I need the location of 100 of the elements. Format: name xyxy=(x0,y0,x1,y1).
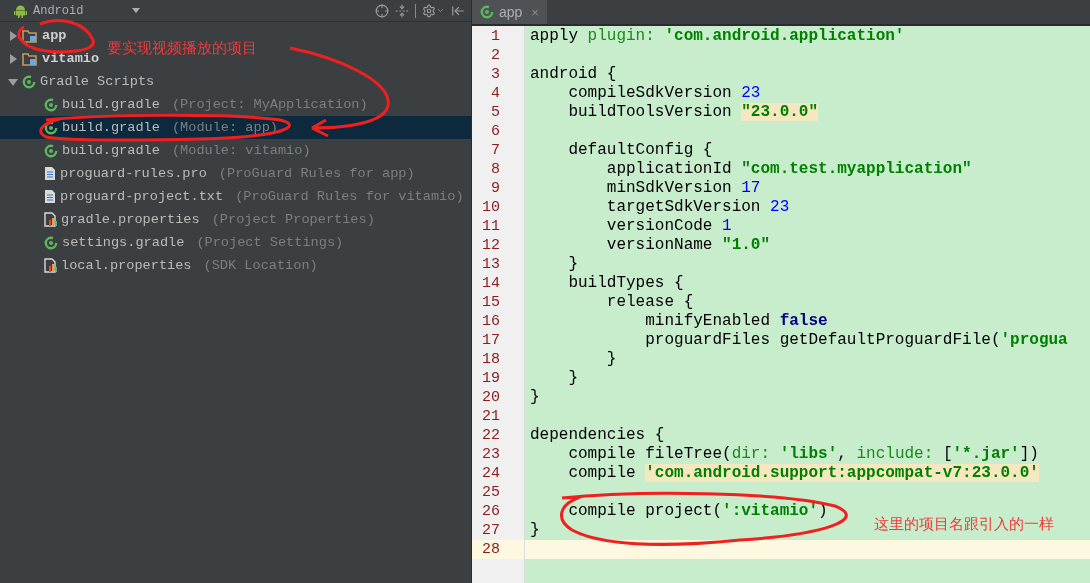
code-line: buildTypes { xyxy=(567,274,684,293)
line-number: 3 xyxy=(490,65,501,84)
line-number: 10 xyxy=(481,198,501,217)
editor-tab[interactable]: app × xyxy=(472,0,547,24)
item-name: build.gradle xyxy=(62,143,160,158)
tree-item[interactable]: app xyxy=(0,24,67,47)
code-line: targetSdkVersion 23 xyxy=(605,198,790,217)
code-editor[interactable] xyxy=(472,26,1090,583)
tree-item[interactable]: build.gradle (Project: MyApplication) xyxy=(0,93,368,116)
tree-item[interactable]: Gradle Scripts xyxy=(0,70,155,93)
gradle-icon xyxy=(44,143,58,158)
item-name: build.gradle xyxy=(62,120,160,135)
line-number: 1 xyxy=(490,27,501,46)
android-icon xyxy=(14,3,27,18)
folder-icon xyxy=(22,51,38,66)
item-detail: (ProGuard Rules for vitamio) xyxy=(235,189,464,204)
code-line: } xyxy=(529,388,540,407)
folder-icon xyxy=(22,28,38,43)
line-number: 21 xyxy=(481,407,501,426)
dropdown-caret-icon xyxy=(132,8,140,13)
line-number: 19 xyxy=(481,369,501,388)
line-number: 18 xyxy=(481,350,501,369)
item-name: settings.gradle xyxy=(62,235,185,250)
code-line: versionName "1.0" xyxy=(605,236,771,255)
code-line: applicationId "com.test.myapplication" xyxy=(605,160,972,179)
code-line: minSdkVersion 17 xyxy=(605,179,761,198)
collapsed-arrow-icon[interactable] xyxy=(8,53,18,64)
item-name: proguard-rules.pro xyxy=(60,166,207,181)
tree-item[interactable]: proguard-project.txt (ProGuard Rules for vitamio) xyxy=(0,185,464,208)
properties-file-icon xyxy=(44,212,57,227)
line-number: 25 xyxy=(481,483,501,502)
code-line: proguardFiles getDefaultProguardFile('progua xyxy=(644,331,1068,350)
code-line: minifyEnabled false xyxy=(644,312,828,331)
line-number: 8 xyxy=(490,160,501,179)
properties-file-icon xyxy=(44,258,57,273)
code-line: compileSdkVersion 23 xyxy=(567,84,761,103)
item-detail: (Project Settings) xyxy=(196,235,344,250)
view-selector[interactable]: Android xyxy=(14,3,140,18)
gradle-icon xyxy=(480,5,494,19)
tree-item[interactable]: gradle.properties (Project Properties) xyxy=(0,208,375,231)
code-line: } xyxy=(605,350,617,369)
item-name: gradle.properties xyxy=(61,212,200,227)
line-number: 23 xyxy=(481,445,501,464)
line-number: 26 xyxy=(481,502,501,521)
item-name: Gradle Scripts xyxy=(40,74,155,89)
item-detail: (Project: MyApplication) xyxy=(171,97,368,112)
line-number: 24 xyxy=(481,464,501,483)
code-line: buildToolsVersion "23.0.0" xyxy=(567,103,819,122)
expanded-arrow-icon[interactable] xyxy=(8,76,18,87)
annotation-text: 这里的项目名跟引入的一样 xyxy=(874,515,1054,534)
code-line: dependencies { xyxy=(529,426,665,445)
line-number: 22 xyxy=(481,426,501,445)
item-name: build.gradle xyxy=(62,97,160,112)
line-number: 27 xyxy=(481,521,501,540)
text-file-icon xyxy=(44,189,56,204)
line-number: 11 xyxy=(481,217,501,236)
settings-icon[interactable] xyxy=(422,3,445,18)
hide-panel-icon[interactable] xyxy=(451,3,465,18)
line-number: 4 xyxy=(490,84,501,103)
tree-item[interactable]: local.properties (SDK Location) xyxy=(0,254,318,277)
line-number: 2 xyxy=(490,46,501,65)
line-number: 16 xyxy=(481,312,501,331)
code-line: defaultConfig { xyxy=(567,141,713,160)
text-file-icon xyxy=(44,166,56,181)
item-detail: (Module: vitamio) xyxy=(171,143,311,158)
code-line: apply plugin: 'com.android.application' xyxy=(529,27,905,46)
code-line: } xyxy=(529,521,540,540)
collapsed-arrow-icon[interactable] xyxy=(8,30,18,41)
tree-item[interactable]: proguard-rules.pro (ProGuard Rules for app) xyxy=(0,162,415,185)
line-number: 12 xyxy=(481,236,501,255)
tree-item[interactable]: settings.gradle (Project Settings) xyxy=(0,231,344,254)
line-number: 14 xyxy=(481,274,501,293)
item-detail: (SDK Location) xyxy=(203,258,318,273)
code-line: compile fileTree(dir: 'libs', include: ['*.jar']) xyxy=(567,445,1039,464)
code-line: versionCode 1 xyxy=(605,217,732,236)
line-number: 15 xyxy=(481,293,501,312)
code-line: compile project(':vitamio') xyxy=(567,502,828,521)
item-detail: (ProGuard Rules for app) xyxy=(218,166,415,181)
gradle-icon xyxy=(44,235,58,250)
line-number: 6 xyxy=(490,122,501,141)
line-number: 17 xyxy=(481,331,501,350)
code-line: compile 'com.android.support:appcompat-v7:23.0.0' xyxy=(567,464,1039,483)
tree-item[interactable]: vitamio xyxy=(0,47,100,70)
gradle-icon xyxy=(22,74,36,89)
line-number: 28 xyxy=(472,540,524,559)
line-number: 13 xyxy=(481,255,501,274)
annotation-text: 要实现视频播放的项目 xyxy=(107,39,257,58)
code-line: } xyxy=(567,369,578,388)
gradle-icon xyxy=(44,97,58,112)
code-line: android { xyxy=(529,65,617,84)
item-detail: (Project Properties) xyxy=(211,212,375,227)
tab-label: app xyxy=(499,4,523,20)
line-number: 9 xyxy=(490,179,501,198)
collapse-all-icon[interactable] xyxy=(395,3,409,18)
gradle-icon xyxy=(44,120,58,135)
item-name: app xyxy=(42,28,67,43)
item-name: vitamio xyxy=(42,51,100,66)
line-number: 7 xyxy=(490,141,501,160)
tree-item[interactable]: build.gradle (Module: vitamio) xyxy=(0,139,311,162)
locate-icon[interactable] xyxy=(375,3,389,18)
